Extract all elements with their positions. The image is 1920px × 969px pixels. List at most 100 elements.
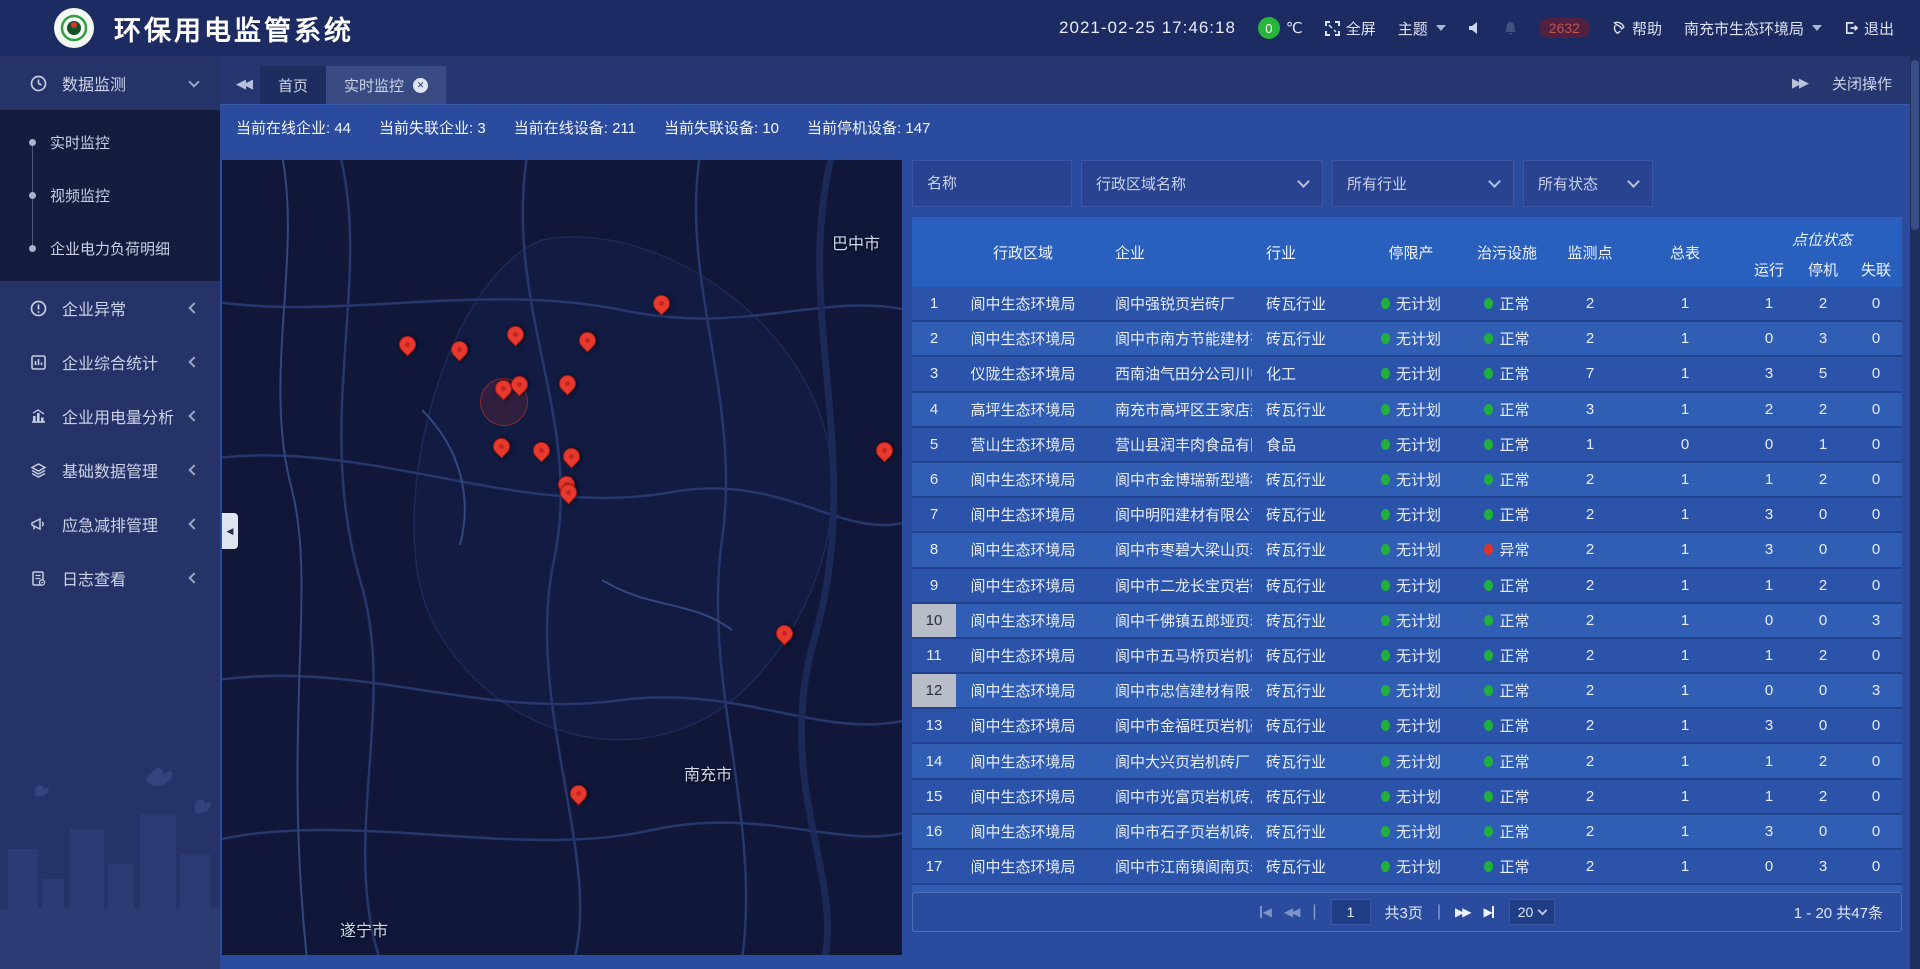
- table-row[interactable]: 14阆中生态环境局阆中大兴页岩机砖厂砖瓦行业无计划正常21120: [912, 744, 1902, 779]
- sidebar-item-label: 日志查看: [62, 566, 126, 590]
- cell-total-meter: 1: [1628, 604, 1742, 637]
- help-button[interactable]: 帮助: [1612, 18, 1662, 39]
- sidebar-item-realtime-monitor[interactable]: 实时监控: [0, 116, 220, 169]
- status-dot-green: [1381, 791, 1390, 802]
- industry-filter-value: 所有行业: [1347, 173, 1407, 194]
- gauge-clock-icon: [28, 75, 48, 92]
- status-dot-green: [1484, 298, 1493, 309]
- sidebar-item-log-view[interactable]: 日志查看: [0, 551, 220, 605]
- table-row[interactable]: 4高坪生态环境局南充市高坪区王家店建砖瓦行业无计划正常31220: [912, 393, 1902, 428]
- sidebar-item-enterprise-abnormal[interactable]: 企业异常: [0, 281, 220, 335]
- chevron-left-icon: [188, 356, 199, 367]
- map-panel[interactable]: 巴中市南充市遂宁市 ◀: [222, 160, 902, 955]
- fullscreen-button[interactable]: 全屏: [1325, 18, 1376, 39]
- table-row[interactable]: 18南部生态环境局南部县砖华水泥有限公建材加工无计划正常60060: [912, 885, 1902, 892]
- table-row[interactable]: 3仪陇生态环境局西南油气田分公司川中化工无计划正常71350: [912, 357, 1902, 392]
- table-row[interactable]: 10阆中生态环境局阆中千佛镇五郎垭页岩砖瓦行业无计划正常21003: [912, 604, 1902, 639]
- table-row[interactable]: 8阆中生态环境局阆中市枣碧大梁山页岩砖瓦行业无计划异常21300: [912, 533, 1902, 568]
- table-row[interactable]: 1阆中生态环境局阆中强锐页岩砖厂砖瓦行业无计划正常21120: [912, 287, 1902, 322]
- scrollbar-thumb[interactable]: [1911, 60, 1919, 230]
- sidebar-collapse-handle[interactable]: ◀: [222, 513, 238, 549]
- cell-facility-status: 正常: [1462, 885, 1552, 892]
- prev-page-button[interactable]: ◀◀: [1284, 905, 1298, 919]
- close-operations-button[interactable]: 关闭操作: [1832, 73, 1892, 94]
- sidebar-item-power-analysis[interactable]: 企业用电量分析: [0, 389, 220, 443]
- logout-button[interactable]: 退出: [1844, 18, 1894, 39]
- sidebar-item-data-monitor[interactable]: 数据监测: [0, 56, 220, 110]
- cell-run-count: 0: [1742, 604, 1796, 637]
- cell-company: 阆中市光富页岩机砖厂: [1090, 780, 1252, 813]
- col-industry: 行业: [1252, 217, 1360, 287]
- region-filter-select[interactable]: 行政区域名称: [1081, 160, 1323, 207]
- sidebar-item-video-monitor[interactable]: 视频监控: [0, 169, 220, 222]
- document-gear-icon: [28, 570, 48, 587]
- cell-company: 阆中市枣碧大梁山页岩: [1090, 533, 1252, 566]
- cell-industry: 砖瓦行业: [1252, 780, 1360, 813]
- table-row[interactable]: 6阆中生态环境局阆中市金博瑞新型墙材砖瓦行业无计划正常21120: [912, 463, 1902, 498]
- sidebar-item-power-load-detail[interactable]: 企业电力负荷明细: [0, 222, 220, 275]
- status-dot-green: [1484, 333, 1493, 344]
- org-dropdown[interactable]: 南充市生态环境局: [1684, 18, 1822, 39]
- status-dot-green: [1381, 298, 1390, 309]
- status-dot-green: [1484, 509, 1493, 520]
- cell-company: 阆中市南方节能建材有: [1090, 322, 1252, 355]
- cell-region: 阆中生态环境局: [956, 815, 1090, 848]
- cell-monitor-points: 2: [1552, 287, 1628, 320]
- status-dot-green: [1381, 685, 1390, 696]
- next-page-button[interactable]: ▶▶: [1455, 905, 1469, 919]
- tab-home[interactable]: 首页: [260, 66, 326, 104]
- page-scrollbar[interactable]: [1910, 56, 1920, 969]
- table-row[interactable]: 15阆中生态环境局阆中市光富页岩机砖厂砖瓦行业无计划正常21120: [912, 780, 1902, 815]
- sidebar-item-base-data[interactable]: 基础数据管理: [0, 443, 220, 497]
- notification-count-badge[interactable]: 2632: [1539, 18, 1590, 38]
- cell-facility-status: 正常: [1462, 780, 1552, 813]
- cell-run-count: 1: [1742, 639, 1796, 672]
- tab-realtime-monitor[interactable]: 实时监控 ✕: [326, 66, 446, 104]
- sidebar-subitem-label: 视频监控: [50, 185, 110, 206]
- tab-scroll-right-button[interactable]: ▶▶: [1792, 75, 1806, 93]
- alert-circle-icon: [28, 300, 48, 317]
- table-row[interactable]: 12阆中生态环境局阆中市忠信建材有限公砖瓦行业无计划正常21003: [912, 674, 1902, 709]
- status-dot-green: [1381, 333, 1390, 344]
- page-size-select[interactable]: 20: [1509, 899, 1556, 925]
- table-row[interactable]: 7阆中生态环境局阆中明阳建材有限公司砖瓦行业无计划正常21300: [912, 498, 1902, 533]
- cell-run-count: 0: [1742, 674, 1796, 707]
- col-region: 行政区域: [956, 217, 1090, 287]
- cell-run-count: 0: [1742, 428, 1796, 461]
- app-title: 环保用电监管系统: [114, 9, 354, 48]
- sound-toggle[interactable]: [1468, 21, 1482, 35]
- status-dot-green: [1484, 404, 1493, 415]
- table-row[interactable]: 16阆中生态环境局阆中市石子页岩机砖厂砖瓦行业无计划正常21300: [912, 815, 1902, 850]
- sidebar-item-emergency-reduction[interactable]: 应急减排管理: [0, 497, 220, 551]
- cell-halt-count: 0: [1796, 604, 1850, 637]
- stat-stopped-devices: 当前停机设备: 147: [807, 117, 930, 138]
- status-dot-green: [1484, 650, 1493, 661]
- cell-total-meter: 1: [1628, 393, 1742, 426]
- sidebar-item-enterprise-statistics[interactable]: 企业综合统计: [0, 335, 220, 389]
- last-page-button[interactable]: ▶: [1484, 905, 1495, 919]
- cell-total-meter: 1: [1628, 357, 1742, 390]
- table-row[interactable]: 17阆中生态环境局阆中市江南镇阆南页岩砖瓦行业无计划正常21030: [912, 850, 1902, 885]
- cell-lost-count: 0: [1850, 357, 1902, 390]
- table-row[interactable]: 9阆中生态环境局阆中市二龙长宝页岩砖砖瓦行业无计划正常21120: [912, 569, 1902, 604]
- tab-close-icon[interactable]: ✕: [413, 78, 428, 93]
- industry-filter-select[interactable]: 所有行业: [1332, 160, 1514, 207]
- table-row[interactable]: 5营山生态环境局营山县润丰肉食品有限食品无计划正常10010: [912, 428, 1902, 463]
- page-number-input[interactable]: [1331, 899, 1371, 925]
- name-filter-input[interactable]: [912, 160, 1072, 207]
- theme-dropdown[interactable]: 主题: [1398, 18, 1446, 39]
- row-number: 3: [912, 357, 956, 390]
- table-row[interactable]: 2阆中生态环境局阆中市南方节能建材有砖瓦行业无计划正常21030: [912, 322, 1902, 357]
- first-page-button[interactable]: ◀: [1259, 905, 1270, 919]
- tab-scroll-left-button[interactable]: ◀◀: [220, 76, 260, 104]
- cell-stop-plan: 无计划: [1360, 780, 1462, 813]
- cell-monitor-points: 2: [1552, 322, 1628, 355]
- map-city-label: 巴中市: [832, 230, 880, 254]
- cell-industry: 砖瓦行业: [1252, 393, 1360, 426]
- cell-facility-status: 正常: [1462, 428, 1552, 461]
- cell-facility-status: 正常: [1462, 744, 1552, 777]
- cell-region: 阆中生态环境局: [956, 850, 1090, 883]
- status-filter-select[interactable]: 所有状态: [1523, 160, 1653, 207]
- table-row[interactable]: 11阆中生态环境局阆中市五马桥页岩机砖砖瓦行业无计划正常21120: [912, 639, 1902, 674]
- table-row[interactable]: 13阆中生态环境局阆中市金福旺页岩机砖砖瓦行业无计划正常21300: [912, 709, 1902, 744]
